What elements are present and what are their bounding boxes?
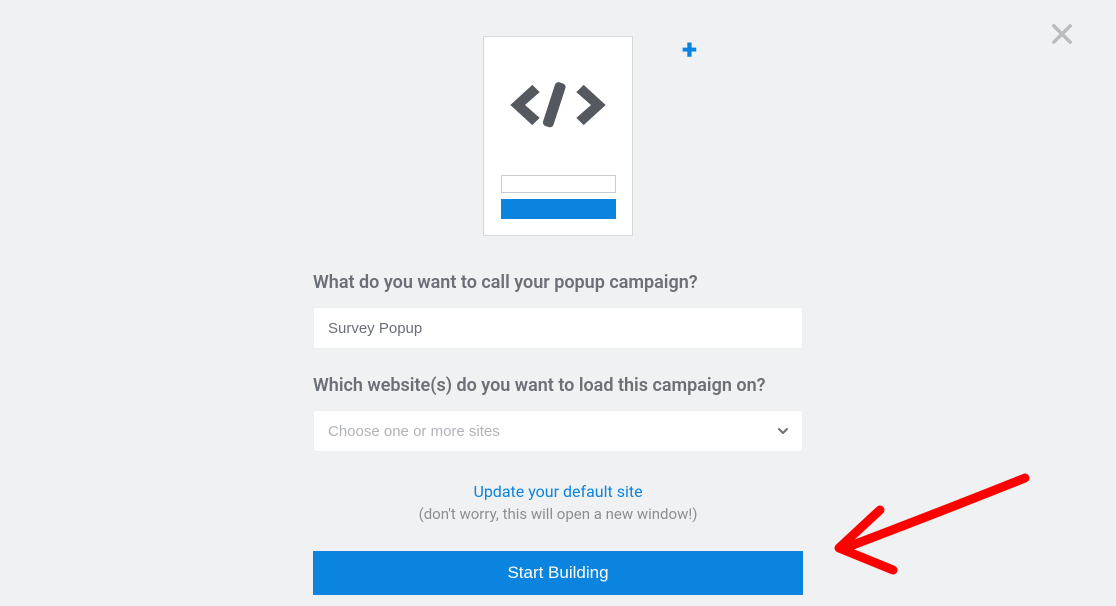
plus-icon: + bbox=[682, 36, 697, 64]
campaign-name-input[interactable] bbox=[313, 307, 803, 349]
template-preview-button bbox=[501, 199, 616, 219]
close-icon[interactable] bbox=[1048, 20, 1076, 48]
campaign-setup-modal: + What do you want to call your popup ca… bbox=[313, 0, 803, 595]
campaign-site-label: Which website(s) do you want to load thi… bbox=[313, 375, 803, 396]
campaign-name-label: What do you want to call your popup camp… bbox=[313, 272, 803, 293]
start-building-button[interactable]: Start Building bbox=[313, 551, 803, 595]
annotation-arrow bbox=[825, 470, 1045, 590]
default-site-hint: (don't worry, this will open a new windo… bbox=[313, 505, 803, 523]
template-preview-card bbox=[483, 36, 633, 236]
template-preview-fields bbox=[501, 175, 616, 219]
template-preview-input bbox=[501, 175, 616, 193]
site-select-input[interactable] bbox=[313, 410, 803, 452]
site-select[interactable] bbox=[313, 410, 803, 452]
update-default-site-link[interactable]: Update your default site bbox=[473, 482, 642, 501]
campaign-form: What do you want to call your popup camp… bbox=[313, 272, 803, 595]
template-preview: + bbox=[483, 36, 633, 236]
code-icon bbox=[503, 77, 613, 133]
